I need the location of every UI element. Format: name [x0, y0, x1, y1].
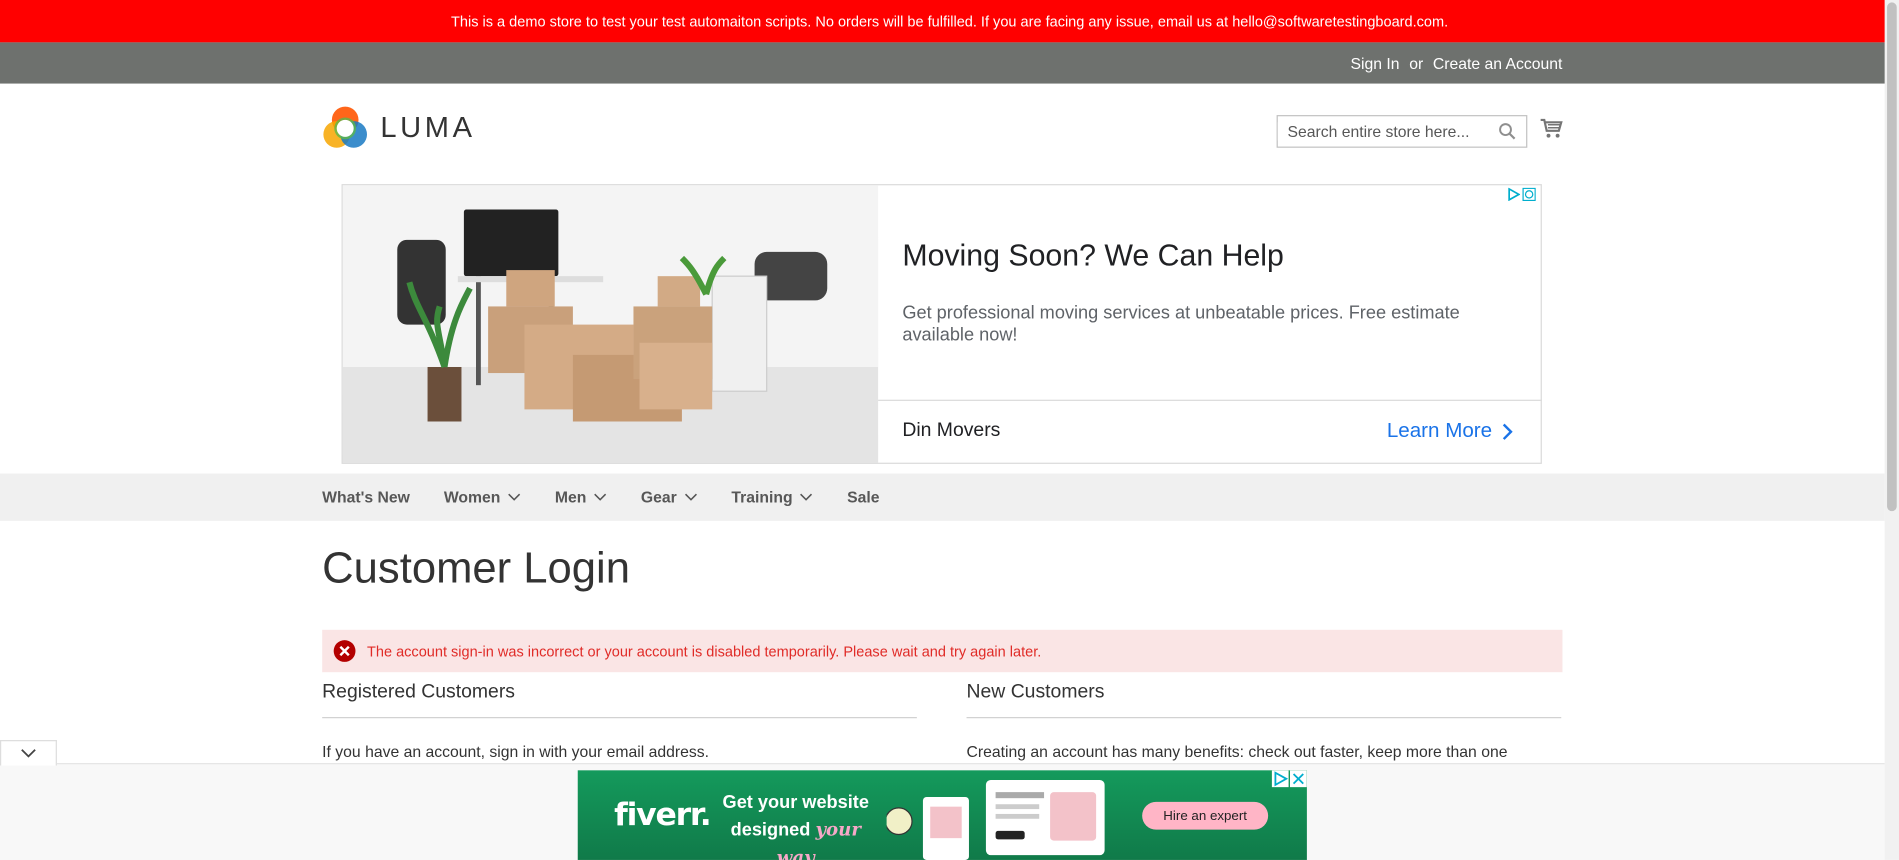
nav-label: Training: [731, 488, 793, 507]
ad-learn-more-button[interactable]: Learn More: [1387, 419, 1513, 443]
ad-choices-icon[interactable]: [1507, 187, 1521, 202]
fiverr-ad-choices[interactable]: [1271, 770, 1307, 788]
luma-logo[interactable]: LUMA: [322, 105, 475, 151]
ad-advertiser: Din Movers: [902, 420, 1001, 441]
page-title: Customer Login: [322, 542, 630, 593]
fiverr-headline-line2: designed your way: [711, 816, 881, 860]
chevron-right-icon: [1502, 423, 1513, 440]
or-text: or: [1409, 53, 1424, 73]
chevron-down-icon: [594, 493, 607, 501]
nav-label: Gear: [640, 488, 677, 507]
search-box: [1276, 115, 1528, 148]
logo-wordmark: LUMA: [380, 111, 476, 145]
create-account-link[interactable]: Create an Account: [1433, 54, 1563, 72]
main-nav: What's New Women Men Gear Training Sale: [0, 473, 1885, 521]
nav-label: Sale: [847, 488, 880, 507]
fiverr-headline-line1: Get your website: [722, 792, 869, 813]
header-links: Sign In or Create an Account: [0, 42, 1899, 84]
scrollbar-thumb[interactable]: [1887, 2, 1897, 512]
chevron-down-icon: [684, 493, 697, 501]
ad-learn-more-label: Learn More: [1386, 419, 1493, 443]
demo-notice-bar: This is a demo store to test your test a…: [0, 0, 1899, 43]
search-input[interactable]: [1277, 122, 1496, 141]
nav-item-gear[interactable]: Gear: [641, 488, 697, 506]
new-customers-title: New Customers: [966, 682, 1562, 719]
nav-label: Women: [443, 488, 501, 507]
chevron-down-icon: [508, 493, 521, 501]
fiverr-logo: fiverr.: [614, 796, 712, 834]
nav-item-men[interactable]: Men: [555, 488, 607, 506]
chevron-down-icon: [21, 749, 36, 758]
error-text: The account sign-in was incorrect or you…: [366, 642, 1042, 660]
demo-notice-text: This is a demo store to test your test a…: [451, 12, 1449, 30]
nav-item-training[interactable]: Training: [731, 488, 813, 506]
nav-label: What's New: [322, 488, 410, 507]
search-icon[interactable]: [1498, 122, 1516, 146]
close-icon[interactable]: [1289, 770, 1307, 788]
ad-image: [342, 185, 879, 463]
fiverr-ad[interactable]: fiverr. Get your website designed your w…: [577, 770, 1307, 860]
ad-choices-icon[interactable]: [1271, 770, 1289, 788]
hire-expert-button[interactable]: Hire an expert: [1142, 801, 1269, 830]
nav-item-sale[interactable]: Sale: [847, 488, 879, 506]
page-scrollbar[interactable]: [1884, 0, 1899, 860]
chevron-down-icon: [800, 493, 813, 501]
error-icon: [333, 640, 356, 667]
fiverr-headline-designed: designed: [730, 819, 811, 841]
moving-ad-banner[interactable]: Moving Soon? We Can Help Get professiona…: [341, 184, 1542, 464]
ad-close-icon[interactable]: [1522, 187, 1536, 202]
ad-divider: [878, 399, 1542, 401]
ad-choices[interactable]: [1507, 187, 1536, 202]
sign-in-link[interactable]: Sign In: [1350, 54, 1399, 72]
collapse-ad-button[interactable]: [0, 740, 57, 766]
nav-label: Men: [554, 488, 587, 507]
site-header: LUMA: [0, 84, 1899, 185]
error-message: The account sign-in was incorrect or you…: [322, 629, 1563, 673]
fiverr-mockup-image: [886, 780, 1105, 860]
nav-item-whats-new[interactable]: What's New: [322, 488, 410, 506]
registered-customers-block: Registered Customers If you have an acco…: [322, 682, 917, 762]
ad-description: Get professional moving services at unbe…: [902, 302, 1460, 346]
ad-title[interactable]: Moving Soon? We Can Help: [902, 239, 1284, 274]
nav-item-women[interactable]: Women: [444, 488, 521, 506]
fiverr-headline: Get your website designed your way: [711, 790, 881, 860]
registered-customers-text: If you have an account, sign in with you…: [322, 742, 710, 761]
cart-icon[interactable]: [1539, 117, 1563, 145]
luma-logo-icon: [323, 106, 367, 148]
registered-customers-title: Registered Customers: [322, 682, 917, 719]
